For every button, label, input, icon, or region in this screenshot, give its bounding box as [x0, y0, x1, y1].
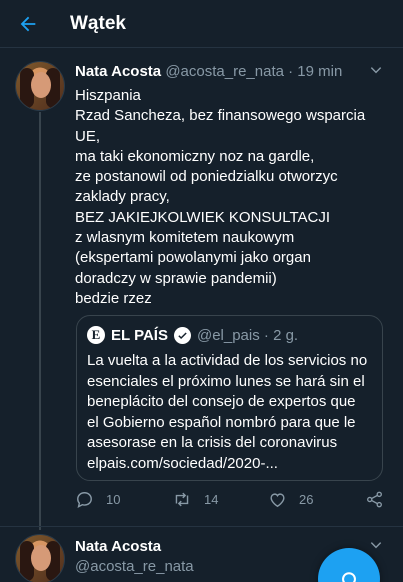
quoted-line: esenciales el próximo lunes se hará sin … — [87, 372, 365, 390]
compose-icon — [342, 572, 356, 582]
quoted-tweet[interactable]: E EL PAÍS @el_pais · 2 g. La vuelta a la… — [76, 315, 383, 481]
tweet-line: Hiszpania — [75, 87, 141, 104]
avatar[interactable] — [15, 61, 65, 111]
page-title: Wątek — [70, 12, 126, 34]
tweet-line: (ekspertami powolanymi jako organ — [75, 249, 311, 267]
author-name[interactable]: Nata Acosta — [75, 63, 161, 80]
tweet-line: ze postanowil od poniedzialku otworzyc — [75, 168, 338, 186]
reply-button[interactable]: 10 — [75, 490, 120, 509]
like-count: 26 — [299, 492, 314, 507]
tweet-line: Rzad Sancheza, bez finansowego wsparcia — [75, 107, 366, 125]
tweet-header: Nata Acosta @acosta_re_nata · 19 min — [75, 63, 342, 80]
arrow-left-icon — [20, 16, 36, 31]
tweet-divider — [0, 526, 403, 527]
avatar[interactable] — [15, 534, 65, 582]
quoted-tweet-time: 2 g. — [273, 326, 299, 344]
quoted-line: La vuelta a la actividad de los servicio… — [87, 352, 368, 369]
tweet-line: z wlasnym komitetem naukowym — [75, 229, 295, 247]
chevron-down-icon[interactable] — [369, 538, 383, 555]
chevron-down-icon[interactable] — [369, 63, 383, 80]
like-button[interactable]: 26 — [268, 490, 313, 509]
back-button[interactable] — [0, 0, 56, 48]
verified-badge-icon — [173, 326, 191, 344]
quoted-line: elpais.com/sociedad/2020-... — [87, 454, 278, 472]
quoted-tweet-body: La vuelta a la actividad de los servicio… — [87, 351, 379, 474]
heart-icon — [270, 493, 285, 508]
tweet-line: ma taki ekonomiczny noz na gardle, — [75, 147, 315, 165]
share-icon — [367, 491, 382, 508]
author-name[interactable]: Nata Acosta — [75, 538, 161, 555]
tweet-body: Hiszpania Rzad Sancheza, bez finansowego… — [75, 86, 385, 309]
author-handle[interactable]: @acosta_re_nata — [75, 558, 194, 575]
reply-count: 10 — [106, 492, 121, 507]
quoted-tweet-header: E EL PAÍS @el_pais · 2 g. — [87, 326, 298, 344]
retweet-icon — [175, 492, 189, 507]
quoted-author-name: EL PAÍS — [111, 326, 168, 344]
tweet-line: zaklady pracy, — [75, 188, 170, 206]
tweet-actions: 10 14 26 — [75, 490, 395, 514]
author-handle[interactable]: @acosta_re_nata — [165, 63, 284, 80]
quoted-line: el Gobierno español nombró para que le — [87, 413, 356, 431]
quoted-line: asesorase en la crisis del coronavirus — [87, 434, 338, 451]
quoted-author-handle: @el_pais — [196, 326, 260, 344]
tweet-line: bedzie rzez — [75, 289, 152, 307]
retweet-count: 14 — [204, 492, 219, 507]
tweet-line: BEZ JAKIEJKOLWIEK KONSULTACJI — [75, 208, 331, 226]
el-pais-logo: E — [87, 326, 105, 344]
tweet-line: UE, — [75, 127, 101, 145]
reply-icon — [77, 492, 92, 508]
share-button[interactable] — [365, 490, 384, 509]
separator-dot: · — [288, 63, 294, 80]
tweet-line: doradczy w sprawie pandemii) — [75, 269, 277, 287]
separator-dot: · — [259, 326, 274, 344]
retweet-button[interactable]: 14 — [172, 490, 218, 509]
top-bar: Wątek — [0, 0, 403, 48]
tweet-time: 19 min — [297, 63, 343, 80]
thread-connector-line — [39, 112, 41, 530]
quoted-line: beneplácito del consejo de expertos que — [87, 393, 356, 410]
